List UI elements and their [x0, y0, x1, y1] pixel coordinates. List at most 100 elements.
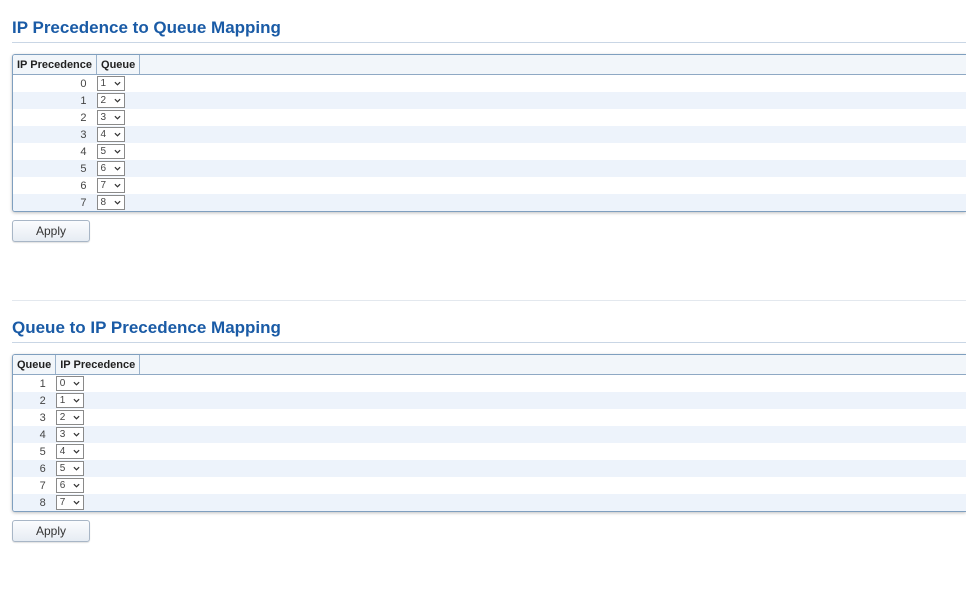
- ip-precedence-cell: 7: [55, 494, 140, 511]
- table-body: 0112233445566778: [13, 74, 966, 211]
- queue-cell: 2: [96, 92, 140, 109]
- table-row: 21: [13, 392, 966, 409]
- ip-precedence-cell: 1: [55, 392, 140, 409]
- chevron-down-icon: [113, 200, 121, 205]
- table-row: 76: [13, 477, 966, 494]
- row-filler: [139, 92, 966, 109]
- queue-select[interactable]: 3: [96, 110, 125, 125]
- ip-precedence-select[interactable]: 2: [55, 410, 84, 425]
- queue-select[interactable]: 8: [96, 195, 125, 210]
- ip-precedence-select[interactable]: 6: [55, 478, 84, 493]
- table-row: 34: [13, 126, 966, 143]
- queue-cell: 4: [96, 126, 140, 143]
- queue-value: 1: [13, 374, 56, 392]
- queue-value: 6: [13, 460, 56, 477]
- row-filler: [139, 194, 966, 211]
- queue-select[interactable]: 1: [96, 76, 125, 91]
- section-precedence-to-queue: IP Precedence to Queue Mapping IP Preced…: [12, 18, 966, 242]
- queue-cell: 5: [96, 143, 140, 160]
- ip-precedence-select[interactable]: 0: [55, 376, 84, 391]
- row-filler: [139, 392, 966, 409]
- row-filler: [139, 177, 966, 194]
- row-filler: [139, 143, 966, 160]
- row-filler: [139, 460, 966, 477]
- table-body: 1021324354657687: [13, 374, 966, 511]
- chevron-down-icon: [113, 81, 121, 86]
- select-value: 2: [59, 412, 66, 423]
- ip-precedence-select[interactable]: 4: [55, 444, 84, 459]
- ip-precedence-value: 6: [13, 177, 97, 194]
- select-value: 3: [100, 112, 107, 123]
- select-value: 2: [100, 95, 107, 106]
- column-header-filler: [139, 355, 966, 375]
- column-header-queue: Queue: [13, 355, 57, 375]
- chevron-down-icon: [113, 149, 121, 154]
- queue-value: 3: [13, 409, 56, 426]
- column-header-ip-precedence: IP Precedence: [55, 355, 141, 375]
- table-row: 45: [13, 143, 966, 160]
- queue-cell: 6: [96, 160, 140, 177]
- chevron-down-icon: [73, 500, 80, 505]
- table-row: 32: [13, 409, 966, 426]
- chevron-down-icon: [113, 98, 121, 103]
- chevron-down-icon: [73, 381, 80, 386]
- apply-button[interactable]: Apply: [12, 520, 90, 542]
- ip-precedence-select[interactable]: 3: [55, 427, 84, 442]
- chevron-down-icon: [113, 115, 121, 120]
- row-filler: [139, 426, 966, 443]
- table-row: 10: [13, 374, 966, 392]
- ip-precedence-value: 4: [13, 143, 97, 160]
- chevron-down-icon: [73, 483, 80, 488]
- select-value: 8: [100, 197, 107, 208]
- queue-value: 4: [13, 426, 56, 443]
- queue-cell: 7: [96, 177, 140, 194]
- precedence-to-queue-table: IP Precedence Queue 0112233445566778: [13, 55, 966, 211]
- chevron-down-icon: [73, 432, 80, 437]
- row-filler: [139, 374, 966, 392]
- select-value: 0: [59, 378, 66, 389]
- queue-select[interactable]: 4: [96, 127, 125, 142]
- ip-precedence-select[interactable]: 1: [55, 393, 84, 408]
- ip-precedence-select[interactable]: 7: [55, 495, 84, 510]
- row-filler: [139, 160, 966, 177]
- chevron-down-icon: [113, 132, 121, 137]
- row-filler: [139, 443, 966, 460]
- queue-to-precedence-table: Queue IP Precedence 1021324354657687: [13, 355, 966, 511]
- column-header-queue: Queue: [96, 55, 141, 75]
- ip-precedence-value: 0: [13, 74, 97, 92]
- table-header-row: IP Precedence Queue: [13, 55, 966, 75]
- table-row: 67: [13, 177, 966, 194]
- column-header-ip-precedence: IP Precedence: [13, 55, 98, 75]
- ip-precedence-cell: 0: [55, 374, 140, 392]
- select-value: 5: [59, 463, 66, 474]
- chevron-down-icon: [73, 449, 80, 454]
- queue-select[interactable]: 5: [96, 144, 125, 159]
- ip-precedence-cell: 2: [55, 409, 140, 426]
- table-row: 43: [13, 426, 966, 443]
- ip-precedence-value: 2: [13, 109, 97, 126]
- mapping-table-panel: IP Precedence Queue 0112233445566778: [12, 54, 966, 212]
- queue-select[interactable]: 2: [96, 93, 125, 108]
- queue-cell: 1: [96, 74, 140, 92]
- section-title-precedence-to-queue: IP Precedence to Queue Mapping: [12, 18, 966, 43]
- row-filler: [139, 409, 966, 426]
- select-value: 3: [59, 429, 66, 440]
- queue-cell: 8: [96, 194, 140, 211]
- table-row: 54: [13, 443, 966, 460]
- queue-value: 8: [13, 494, 56, 511]
- queue-select[interactable]: 6: [96, 161, 125, 176]
- row-filler: [139, 109, 966, 126]
- section-divider: [12, 300, 966, 301]
- ip-precedence-cell: 5: [55, 460, 140, 477]
- mapping-table-panel: Queue IP Precedence 1021324354657687: [12, 354, 966, 512]
- ip-precedence-select[interactable]: 5: [55, 461, 84, 476]
- table-row: 65: [13, 460, 966, 477]
- queue-select[interactable]: 7: [96, 178, 125, 193]
- section-queue-to-precedence: Queue to IP Precedence Mapping Queue IP …: [12, 318, 966, 542]
- ip-precedence-value: 5: [13, 160, 97, 177]
- ip-precedence-value: 1: [13, 92, 97, 109]
- select-value: 6: [100, 163, 107, 174]
- chevron-down-icon: [73, 466, 80, 471]
- apply-button[interactable]: Apply: [12, 220, 90, 242]
- queue-cell: 3: [96, 109, 140, 126]
